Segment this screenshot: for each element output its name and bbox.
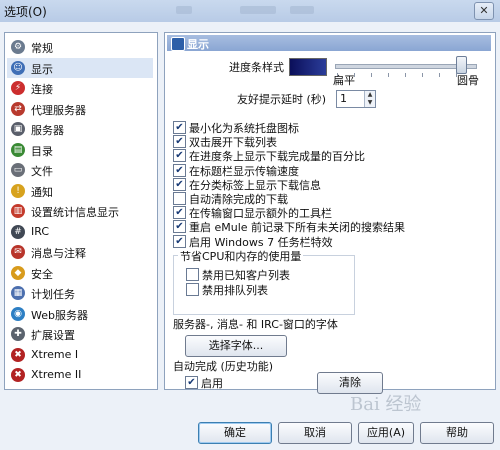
lock-icon: ◆ bbox=[11, 265, 25, 280]
title-bar: 选项(O) ✕ bbox=[0, 0, 500, 23]
sidebar-item-label: 计划任务 bbox=[31, 288, 75, 301]
sidebar-item-label: 文件 bbox=[31, 165, 53, 178]
sidebar-item[interactable]: ▥ 设置统计信息显示 bbox=[7, 201, 153, 221]
option-checkbox[interactable]: ✔ bbox=[173, 163, 186, 177]
sidebar-item[interactable]: ⚙ 常规 bbox=[7, 37, 153, 57]
option-checkbox[interactable]: ✔ bbox=[173, 149, 186, 163]
sidebar-item[interactable]: ◉ Web服务器 bbox=[7, 304, 153, 324]
sidebar-item-label: Web服务器 bbox=[31, 308, 88, 322]
sidebar-item[interactable]: ▣ 服务器 bbox=[7, 119, 153, 139]
sidebar-item-label: 安全 bbox=[31, 267, 53, 281]
file-icon: ▭ bbox=[11, 163, 25, 177]
tooltip-delay-value: 1 bbox=[340, 92, 347, 105]
cpu-memory-group: 节省CPU和内存的使用量 禁用已知客户列表 禁用排队列表 bbox=[173, 248, 355, 315]
calendar-icon: ▦ bbox=[11, 286, 25, 300]
option-checkbox[interactable]: ✔ bbox=[173, 206, 186, 220]
option-checkbox[interactable] bbox=[173, 192, 186, 205]
xtreme-icon: ✖ bbox=[11, 368, 25, 382]
display-icon bbox=[171, 37, 185, 51]
sidebar-item[interactable]: ◆ 安全 bbox=[7, 263, 153, 283]
person-icon: ☺ bbox=[11, 60, 25, 75]
messages-icon: ✉ bbox=[11, 245, 25, 259]
option-checkbox[interactable]: ✔ bbox=[173, 220, 186, 234]
sidebar-item[interactable]: ✖ Xtreme I bbox=[7, 345, 153, 365]
cpu-option-checkbox[interactable] bbox=[186, 268, 199, 281]
sidebar-item-label: 设置统计信息显示 bbox=[31, 206, 119, 219]
extension-icon: ✚ bbox=[11, 327, 25, 341]
tooltip-delay-spinner[interactable]: 1 ▲ ▼ bbox=[336, 90, 376, 108]
options-sidebar[interactable]: ⚙ 常规 ☺ 显示 ⚡ 连接 ⇄ 代理服务器 ▣ 服务器 ▤ 目录 ▭ 文件! 通知 ▥ 设置统计信息显示 # IR… bbox=[4, 32, 158, 390]
cancel-button[interactable]: 取消 bbox=[278, 422, 352, 444]
enable-autocomplete-checkbox[interactable]: ✔ bbox=[185, 376, 198, 389]
sidebar-item[interactable]: ▦ 计划任务 bbox=[7, 283, 153, 303]
sidebar-item-label: 服务器 bbox=[31, 124, 64, 137]
sidebar-item-label: Xtreme I bbox=[31, 347, 79, 361]
panel-header: 显示 bbox=[167, 35, 491, 51]
globe-icon: ◉ bbox=[11, 306, 25, 321]
slider-right-label: 圆骨 bbox=[457, 74, 479, 87]
option-checkbox[interactable]: ✔ bbox=[173, 135, 186, 149]
apply-button[interactable]: 应用(A) bbox=[358, 422, 414, 444]
cpu-option-label: 禁用排队列表 bbox=[202, 284, 268, 297]
sidebar-item-label: IRC bbox=[31, 224, 50, 238]
progress-style-label: 进度条样式 bbox=[229, 61, 284, 74]
watermark: Bai 经验 bbox=[350, 394, 422, 415]
xtreme-icon: ✖ bbox=[11, 347, 25, 362]
notification-icon: ! bbox=[11, 183, 25, 198]
wrench-icon: ⚙ bbox=[11, 40, 25, 54]
sidebar-item[interactable]: ✚ 扩展设置 bbox=[7, 324, 153, 344]
option-checkbox[interactable]: ✔ bbox=[173, 234, 186, 248]
autocomplete-label: 自动完成 (历史功能) bbox=[173, 360, 274, 373]
slider-left-label: 扁平 bbox=[333, 74, 355, 87]
sidebar-item[interactable]: # IRC bbox=[7, 222, 153, 242]
choose-font-button[interactable]: 选择字体... bbox=[185, 335, 287, 357]
cpu-option-checkbox[interactable] bbox=[186, 283, 199, 296]
sidebar-item[interactable]: ▭ 文件 bbox=[7, 160, 153, 180]
plug-icon: ⚡ bbox=[11, 81, 25, 95]
enable-autocomplete-label: 启用 bbox=[201, 377, 223, 390]
ok-button[interactable]: 确定 bbox=[198, 422, 272, 444]
group-legend: 节省CPU和内存的使用量 bbox=[178, 248, 304, 264]
font-label: 服务器-, 消息- 和 IRC-窗口的字体 bbox=[173, 318, 338, 331]
help-button[interactable]: 帮助 bbox=[420, 422, 494, 444]
sidebar-item[interactable]: ☺ 显示 bbox=[7, 57, 153, 78]
panel-title: 显示 bbox=[187, 38, 209, 51]
sidebar-item-label: 显示 bbox=[31, 62, 53, 76]
background-icon bbox=[176, 6, 192, 14]
tooltip-delay-label: 友好提示延时 (秒) bbox=[237, 93, 327, 106]
sidebar-item-label: 代理服务器 bbox=[31, 103, 86, 117]
sidebar-item-label: 扩展设置 bbox=[31, 329, 75, 342]
progress-bar-preview bbox=[289, 58, 327, 76]
sidebar-item[interactable]: ! 通知 bbox=[7, 181, 153, 201]
sidebar-item-label: 常规 bbox=[31, 42, 53, 55]
display-settings-panel: 显示 进度条样式 扁平 圆骨 友好提示延时 (秒) 1 ▲ ▼ ✔ 最小化为系统托盘… bbox=[164, 32, 496, 394]
sidebar-item[interactable]: ⚡ 连接 bbox=[7, 78, 153, 98]
statistics-icon: ▥ bbox=[11, 204, 25, 218]
irc-icon: # bbox=[11, 224, 25, 239]
sidebar-item-label: 连接 bbox=[31, 83, 53, 96]
close-button[interactable]: ✕ bbox=[474, 2, 494, 20]
sidebar-item-label: 通知 bbox=[31, 185, 53, 199]
slider-ticks bbox=[337, 73, 473, 77]
background-text bbox=[240, 6, 276, 14]
sidebar-item-label: 目录 bbox=[31, 144, 53, 158]
server-icon: ▣ bbox=[11, 122, 25, 136]
option-checkbox[interactable]: ✔ bbox=[173, 177, 186, 191]
option-checkbox[interactable]: ✔ bbox=[173, 121, 186, 134]
sidebar-item[interactable]: ⇄ 代理服务器 bbox=[7, 99, 153, 119]
spin-arrows-icon[interactable]: ▲ ▼ bbox=[364, 91, 375, 107]
cpu-option-label: 禁用已知客户列表 bbox=[202, 269, 290, 282]
background-text bbox=[290, 6, 314, 14]
sidebar-item-label: 消息与注释 bbox=[31, 247, 86, 260]
window-title: 选项(O) bbox=[4, 5, 47, 19]
sidebar-item[interactable]: ✖ Xtreme II bbox=[7, 365, 153, 385]
folder-icon: ▤ bbox=[11, 142, 25, 157]
proxy-icon: ⇄ bbox=[11, 101, 25, 116]
sidebar-item[interactable]: ▤ 目录 bbox=[7, 140, 153, 160]
sidebar-item[interactable]: ✉ 消息与注释 bbox=[7, 242, 153, 262]
sidebar-item-label: Xtreme II bbox=[31, 368, 82, 381]
